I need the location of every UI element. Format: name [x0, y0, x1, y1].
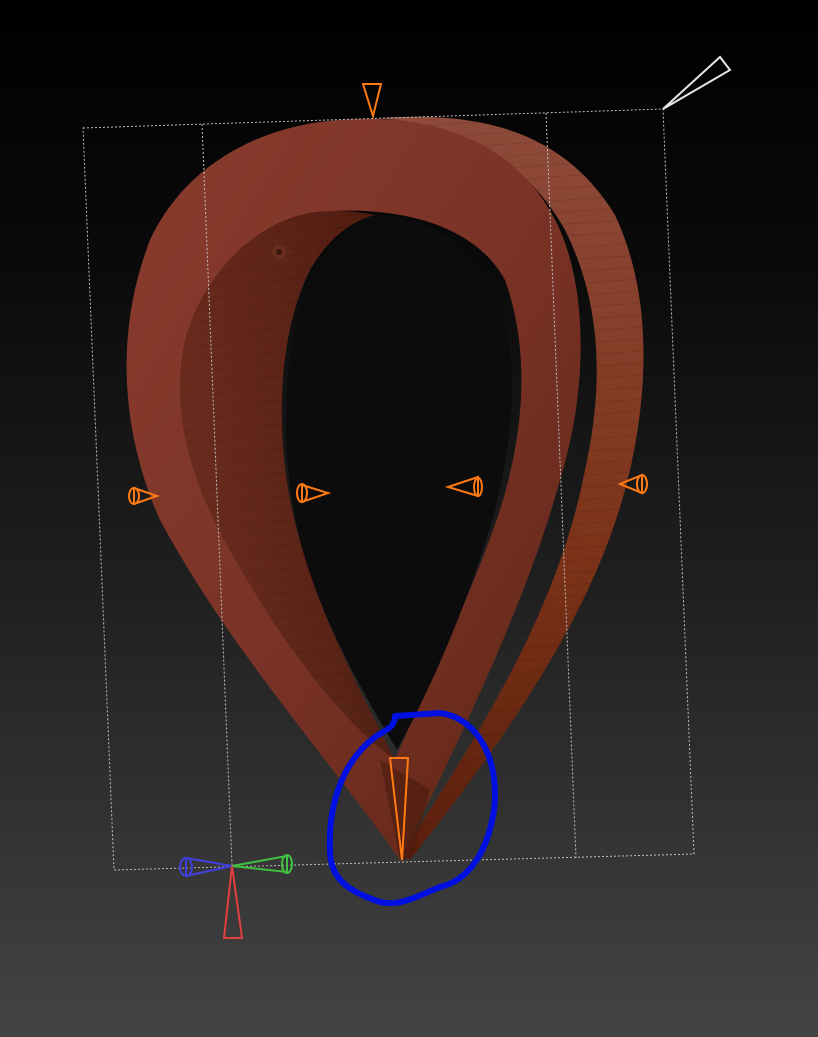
axis-gizmo[interactable] — [179, 854, 293, 939]
handle-top[interactable] — [361, 83, 383, 120]
scene-canvas[interactable] — [0, 0, 818, 1037]
teardrop-model[interactable] — [126, 116, 644, 861]
corner-handle[interactable] — [662, 55, 732, 110]
axis-y-handle[interactable] — [231, 854, 293, 874]
3d-viewport[interactable] — [0, 0, 818, 1037]
axis-x-handle[interactable] — [222, 865, 244, 939]
axis-z-handle[interactable] — [179, 856, 233, 878]
